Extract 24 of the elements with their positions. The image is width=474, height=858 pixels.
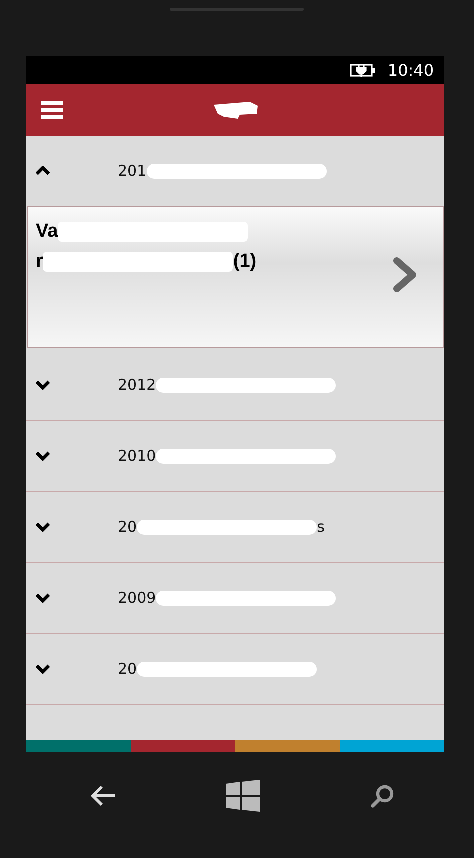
section-title: 20: [118, 518, 138, 536]
section-header[interactable]: 2009: [26, 563, 444, 634]
card-text: Va: [36, 221, 58, 243]
windows-logo-icon[interactable]: [226, 780, 260, 812]
search-icon[interactable]: [370, 783, 396, 809]
section-header[interactable]: 2012: [26, 350, 444, 421]
card-text: r: [36, 251, 44, 273]
section-header[interactable]: 201: [26, 136, 444, 206]
section-title: 2009: [118, 589, 156, 607]
section-header[interactable]: 20 s: [26, 492, 444, 563]
card-text: (1): [233, 251, 257, 273]
section-title: 20: [118, 660, 138, 678]
menu-icon[interactable]: [41, 100, 63, 120]
back-icon[interactable]: [90, 785, 116, 807]
section-title: 201: [118, 162, 147, 180]
section-header[interactable]: 2010: [26, 421, 444, 492]
section-header[interactable]: 20: [26, 634, 444, 705]
clock-time: 10:40: [388, 60, 434, 80]
list-card[interactable]: Va r (1): [27, 206, 444, 348]
section-title: 2012: [118, 376, 156, 394]
redaction-mark: [214, 102, 258, 120]
section-title: s: [317, 518, 325, 536]
section-title: 2010: [118, 447, 156, 465]
chevron-right-icon: [393, 257, 417, 293]
